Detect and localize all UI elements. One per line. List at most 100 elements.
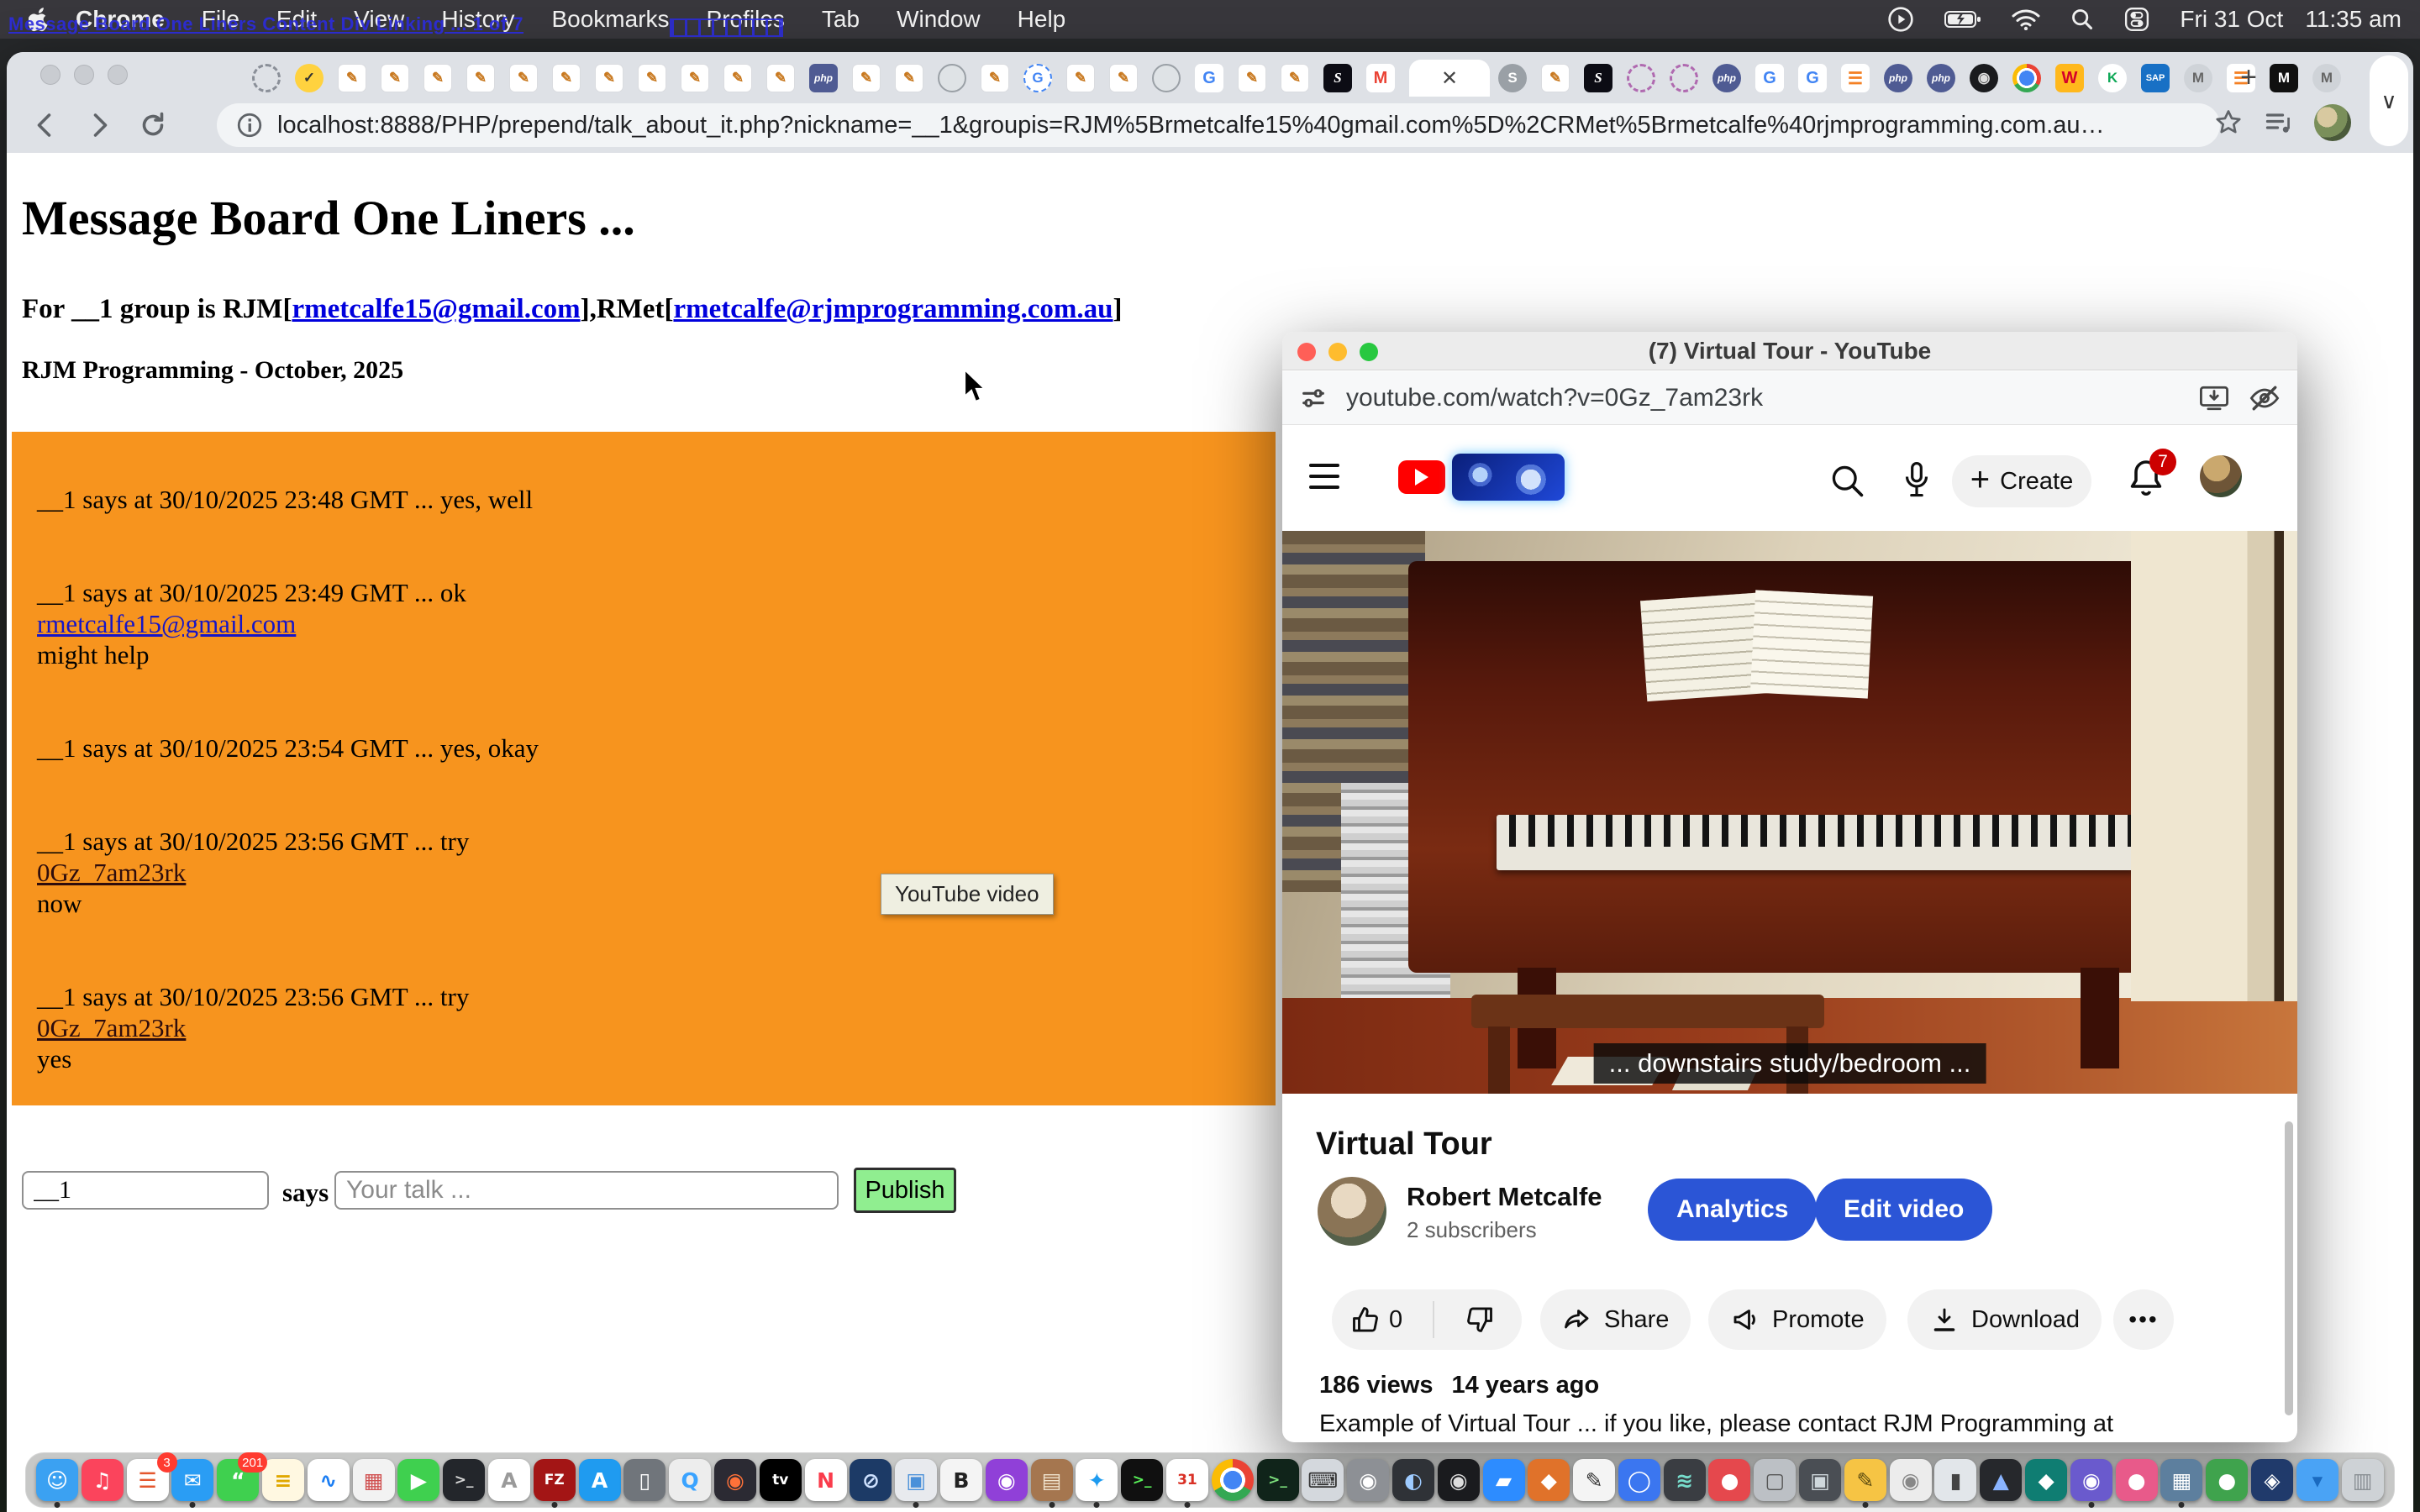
message-link[interactable]: 0Gz_7am23rk: [37, 1013, 186, 1042]
popup-scrollbar[interactable]: [2285, 1121, 2293, 1415]
talk-input[interactable]: [334, 1171, 839, 1210]
tab-favicon-sblack[interactable]: S: [1584, 64, 1612, 92]
dock-music[interactable]: ♫: [82, 1459, 124, 1501]
tab-favicon-rjm[interactable]: ✎: [766, 64, 795, 92]
tab-favicon-rjm[interactable]: ✎: [981, 64, 1009, 92]
promote-button[interactable]: Promote: [1708, 1289, 1886, 1350]
tab-favicon-westpac[interactable]: W: [2055, 64, 2084, 92]
dock-preview[interactable]: ▣: [895, 1459, 937, 1501]
dock-graph[interactable]: ∿: [308, 1459, 350, 1501]
tab-favicon-phpc[interactable]: php: [1712, 64, 1741, 92]
dock-navy-app[interactable]: ◈: [2251, 1459, 2293, 1501]
back-icon[interactable]: [30, 110, 60, 140]
tab-favicon-globe[interactable]: [938, 64, 966, 92]
dock-keyboard[interactable]: ⌨: [1302, 1459, 1344, 1501]
dock-app-grid[interactable]: ▦: [353, 1459, 395, 1501]
dock-chrome[interactable]: [1212, 1459, 1254, 1501]
tab-favicon-rjm[interactable]: ✎: [466, 64, 495, 92]
dock-mail[interactable]: ✉: [171, 1459, 213, 1501]
tab-favicon-rjm[interactable]: ✎: [638, 64, 666, 92]
channel-name[interactable]: Robert Metcalfe: [1407, 1182, 1602, 1212]
share-button[interactable]: Share: [1540, 1289, 1691, 1350]
media-controls-icon[interactable]: [2264, 108, 2294, 138]
tab-favicon-sblack[interactable]: S: [1323, 64, 1352, 92]
dock-purple-app[interactable]: ◉: [2070, 1459, 2112, 1501]
eye-off-icon[interactable]: [2249, 384, 2281, 412]
analytics-button[interactable]: Analytics: [1648, 1179, 1817, 1241]
nickname-input[interactable]: [22, 1171, 269, 1210]
tab-search-button[interactable]: ∨: [2370, 55, 2408, 146]
dock-green-app[interactable]: ●: [2206, 1459, 2248, 1501]
tune-icon[interactable]: [1299, 384, 1328, 412]
dock-gray-app[interactable]: ◉: [1347, 1459, 1389, 1501]
new-tab-button[interactable]: +: [2232, 60, 2265, 94]
url-text[interactable]: localhost:8888/PHP/prepend/talk_about_it…: [277, 112, 2202, 139]
tab-favicon-phpc[interactable]: php: [1884, 64, 1912, 92]
tab-favicon-rjm[interactable]: ✎: [1066, 64, 1095, 92]
rjm-email-link[interactable]: rmetcalfe@rjmprogramming.com.au: [673, 294, 1113, 324]
dock-zoom[interactable]: ▰: [1483, 1459, 1525, 1501]
spotlight-search-icon[interactable]: [2070, 8, 2094, 31]
dock-pink-app[interactable]: ●: [2116, 1459, 2158, 1501]
menubar-date[interactable]: Fri 31 Oct: [2180, 6, 2283, 33]
dock-terminal-dark[interactable]: >_: [1121, 1459, 1163, 1501]
screen-mirroring-icon[interactable]: [1887, 6, 1914, 33]
youtube-wordmark[interactable]: [1452, 454, 1565, 501]
battery-icon[interactable]: [1944, 9, 1981, 29]
dock-textedit[interactable]: A: [488, 1459, 530, 1501]
dock-finder[interactable]: ☺: [36, 1459, 78, 1501]
tab-favicon-phpc[interactable]: php: [1927, 64, 1955, 92]
notifications-bell-icon[interactable]: 7: [2126, 457, 2166, 501]
tab-favicon-rjm[interactable]: ✎: [895, 64, 923, 92]
download-button[interactable]: Download: [1907, 1289, 2102, 1350]
dock-quicktime[interactable]: Q: [669, 1459, 711, 1501]
tab-favicon-rjm[interactable]: ✎: [595, 64, 623, 92]
dock-slate-app[interactable]: ▣: [1799, 1459, 1841, 1501]
menu-tab[interactable]: Tab: [803, 6, 878, 33]
create-button[interactable]: + Create: [1952, 455, 2091, 507]
dock-teal-app[interactable]: ◆: [2025, 1459, 2067, 1501]
tab-favicon-kogan[interactable]: K: [2098, 64, 2127, 92]
tab-favicon-gray[interactable]: S: [1498, 64, 1527, 92]
tab-favicon-php[interactable]: php: [809, 64, 838, 92]
tab-favicon-dotted[interactable]: [252, 64, 281, 92]
dock-dark-tri-app[interactable]: ▲: [1980, 1459, 2022, 1501]
tab-favicon-google[interactable]: G: [1195, 64, 1223, 92]
message-link[interactable]: rmetcalfe15@gmail.com: [37, 609, 296, 638]
channel-avatar[interactable]: [1318, 1177, 1386, 1246]
dock-news[interactable]: N: [805, 1459, 847, 1501]
tab-favicon-mammoth[interactable]: M: [2184, 64, 2212, 92]
tab-favicon-rjm[interactable]: ✎: [1281, 64, 1309, 92]
popup-close-button[interactable]: [1297, 343, 1316, 361]
yt-search-icon[interactable]: [1828, 462, 1865, 499]
reload-icon[interactable]: [138, 110, 168, 140]
dock-light-gray-app[interactable]: ▢: [1754, 1459, 1796, 1501]
control-center-icon[interactable]: [2124, 7, 2149, 32]
profile-avatar[interactable]: [2314, 104, 2351, 141]
wifi-icon[interactable]: [2012, 8, 2040, 30]
yt-profile-avatar[interactable]: [2200, 455, 2242, 497]
dock-app-store[interactable]: A: [579, 1459, 621, 1501]
tab-favicon-globe[interactable]: [1152, 64, 1181, 92]
dock-facetime[interactable]: ▶: [397, 1459, 439, 1501]
dock-blue-round-app[interactable]: ◯: [1618, 1459, 1660, 1501]
close-window-button[interactable]: [40, 65, 60, 85]
dock-reminders[interactable]: ☰3: [127, 1459, 169, 1501]
tab-favicon-rjm[interactable]: ✎: [852, 64, 881, 92]
tab-favicon-gdot[interactable]: G: [1023, 64, 1052, 92]
tab-favicon-rjm[interactable]: ✎: [381, 64, 409, 92]
tab-favicon-rjm[interactable]: ✎: [424, 64, 452, 92]
tab-favicon-rjm[interactable]: ✎: [338, 64, 366, 92]
dock-orange-app[interactable]: ◆: [1528, 1459, 1570, 1501]
site-info-icon[interactable]: [235, 111, 264, 139]
youtube-logo-icon[interactable]: [1398, 460, 1445, 494]
tab-favicon-rjm[interactable]: ✎: [1541, 64, 1570, 92]
tab-favicon-gmail[interactable]: M: [1366, 64, 1395, 92]
menu-help[interactable]: Help: [999, 6, 1085, 33]
dock-dark-blue-app[interactable]: ◐: [1392, 1459, 1434, 1501]
minimize-window-button[interactable]: [74, 65, 94, 85]
dock-filezilla[interactable]: FZ: [534, 1459, 576, 1501]
popup-zoom-button[interactable]: [1360, 343, 1378, 361]
install-icon[interactable]: [2198, 384, 2230, 412]
menu-window[interactable]: Window: [878, 6, 999, 33]
